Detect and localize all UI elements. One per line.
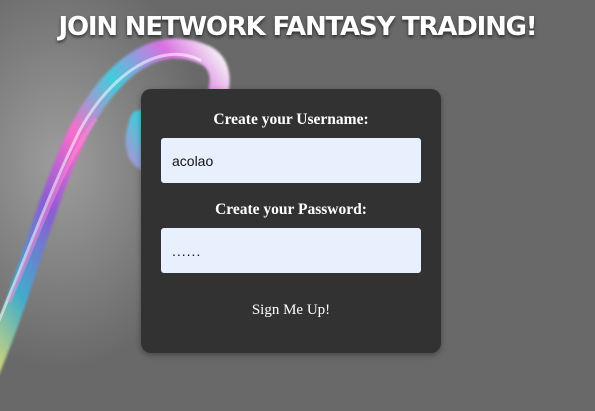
password-label: Create your Password: [215,201,367,218]
page-title: JOIN NETWORK FANTASY TRADING! [58,12,538,42]
sign-me-up-button[interactable]: Sign Me Up! [231,295,351,325]
username-field[interactable] [161,138,421,183]
password-field[interactable] [161,228,421,273]
username-label: Create your Username: [213,111,369,128]
signup-form-panel: Create your Username: Create your Passwo… [141,89,441,353]
